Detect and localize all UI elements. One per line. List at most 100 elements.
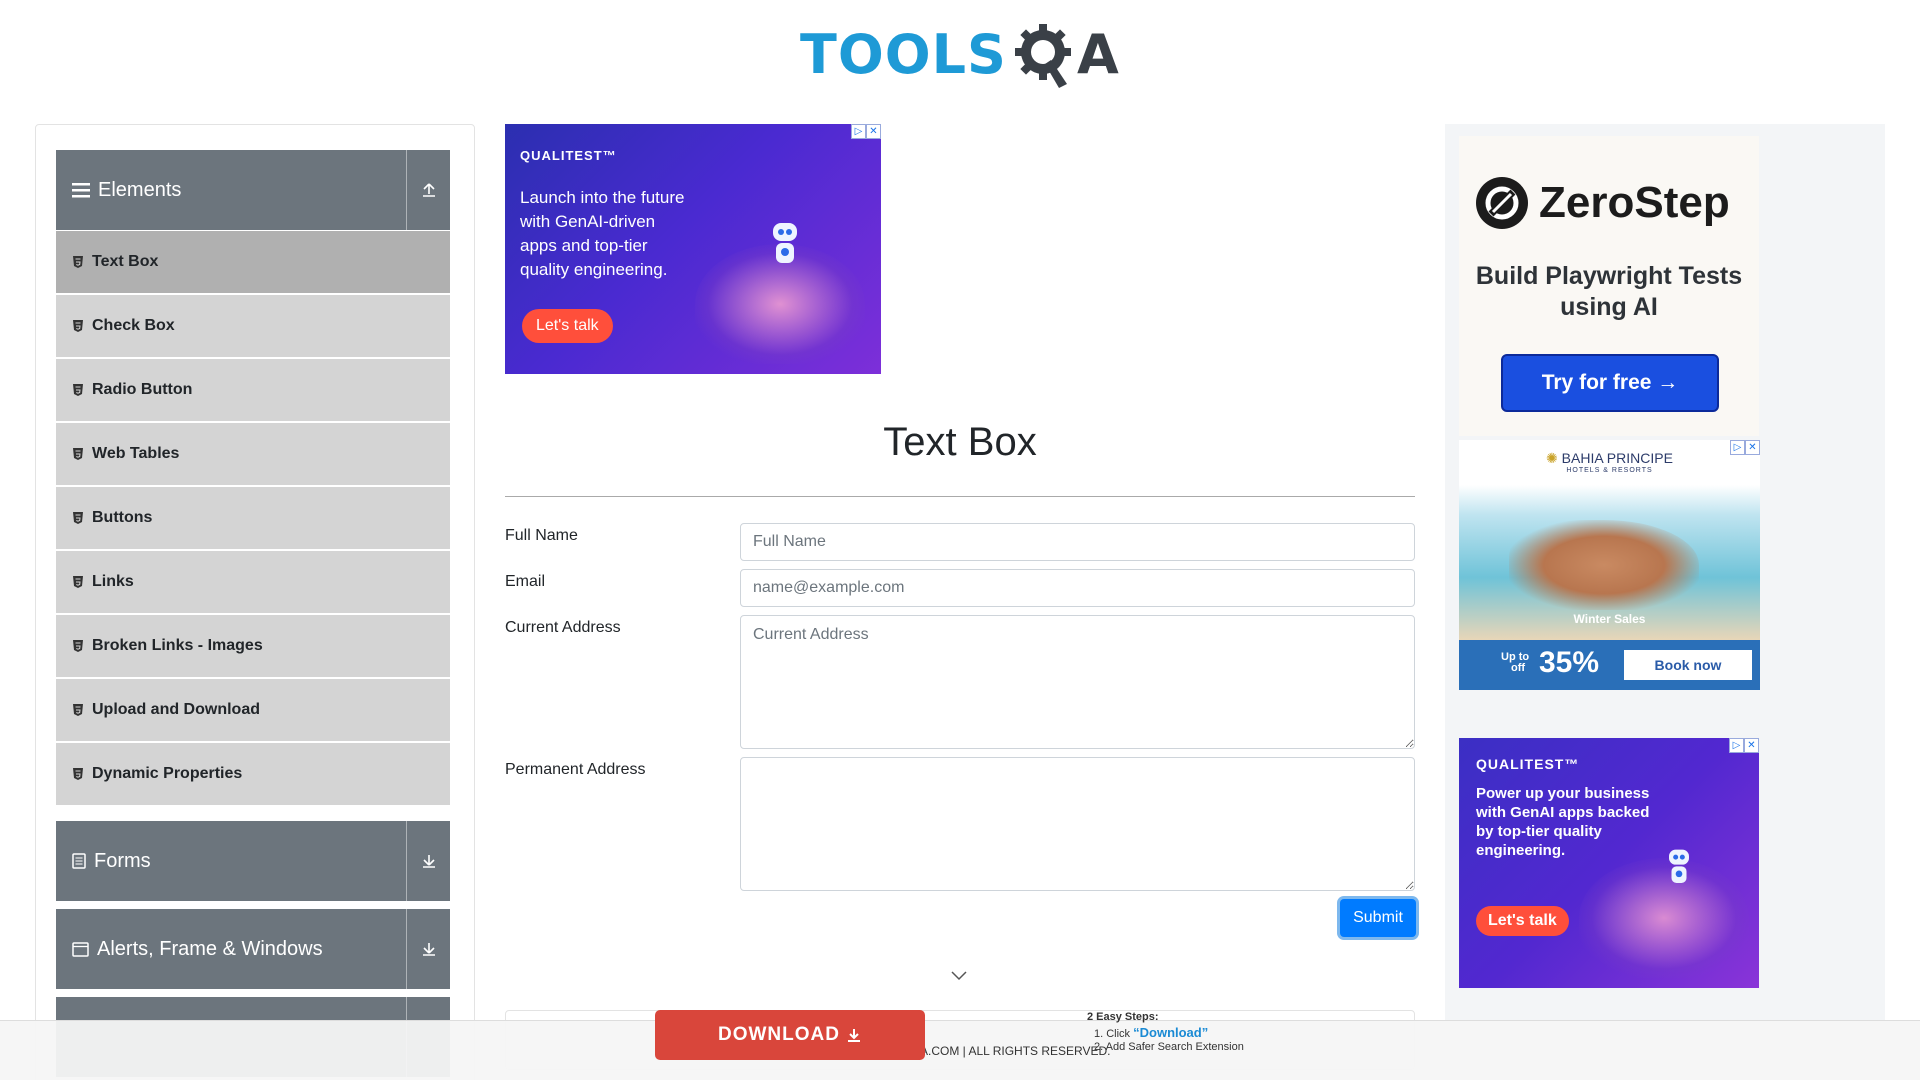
- ad-zerostep[interactable]: ZeroStep Build Playwright Tests using AI…: [1459, 136, 1759, 436]
- menu-item-label: Text Box: [92, 253, 159, 270]
- footer-copyright: A.COM | ALL RIGHTS RESERVED.: [920, 1044, 1111, 1058]
- menu-item-web-tables[interactable]: Web Tables: [56, 423, 450, 485]
- zerostep-cta-button[interactable]: Try for free →: [1501, 354, 1719, 412]
- download-steps: 2 Easy Steps: 1. Click “Download” 2. Add…: [1087, 1010, 1244, 1055]
- permanent-address-textarea[interactable]: [740, 757, 1415, 891]
- hamburger-icon: [72, 183, 90, 198]
- bahia-logo: ✺ BAHIA PRINCIPE HOTELS & RESORTS: [1459, 450, 1760, 474]
- download-arrow-icon: [422, 855, 435, 868]
- step-1-prefix: 1. Click: [1094, 1028, 1134, 1040]
- expand-alerts-button[interactable]: [406, 909, 450, 989]
- full-name-label: Full Name: [505, 527, 578, 544]
- html5-icon: [72, 255, 84, 269]
- ad-choices[interactable]: ▷ ✕: [1729, 738, 1759, 753]
- menu-item-label: Web Tables: [92, 445, 180, 462]
- steps-title: 2 Easy Steps:: [1087, 1011, 1159, 1023]
- download-button[interactable]: DOWNLOAD: [655, 1010, 925, 1060]
- zerostep-icon: [1476, 177, 1528, 229]
- step-2: 2. Add Safer Search Extension: [1094, 1041, 1244, 1053]
- ad-choices[interactable]: ▷ ✕: [1730, 440, 1760, 455]
- close-icon[interactable]: ✕: [1744, 738, 1759, 753]
- sun-icon: ✺: [1546, 450, 1562, 466]
- ad-bahia-principe[interactable]: ✺ BAHIA PRINCIPE HOTELS & RESORTS Winter…: [1459, 440, 1760, 690]
- html5-icon: [72, 639, 84, 653]
- adchoices-icon[interactable]: ▷: [1729, 738, 1744, 753]
- window-icon: [72, 941, 89, 957]
- menu-item-label: Upload and Download: [92, 701, 260, 718]
- menu-item-label: Check Box: [92, 317, 175, 334]
- group-header-elements[interactable]: Elements: [56, 150, 450, 230]
- ad-copy: Power up your business with GenAI apps b…: [1476, 785, 1650, 859]
- menu-item-buttons[interactable]: Buttons: [56, 487, 450, 549]
- bahia-upto: Up to off: [1501, 652, 1529, 674]
- menu-item-upload-download[interactable]: Upload and Download: [56, 679, 450, 741]
- menu-item-radio-button[interactable]: Radio Button: [56, 359, 450, 421]
- menu-item-label: Broken Links - Images: [92, 637, 263, 654]
- ad-cta-button[interactable]: Let's talk: [522, 309, 613, 343]
- download-icon: [847, 1029, 860, 1042]
- collapse-elements-button[interactable]: [406, 150, 450, 230]
- ad-brand: QUALITEST™: [1476, 756, 1580, 772]
- ad-copy: Launch into the future with GenAI-driven…: [520, 188, 685, 279]
- menu-item-check-box[interactable]: Check Box: [56, 295, 450, 357]
- group-label-elements: Elements: [98, 178, 182, 201]
- logo-text-a: A: [1076, 22, 1119, 86]
- adchoices-icon[interactable]: ▷: [1730, 440, 1745, 455]
- expand-forms-button[interactable]: [406, 821, 450, 901]
- toolsqa-logo[interactable]: TOOLS A: [800, 14, 1119, 94]
- menu-item-label: Buttons: [92, 509, 153, 526]
- menu-item-label: Links: [92, 573, 134, 590]
- ad-qualitest-top[interactable]: QUALITEST™ Launch into the future with G…: [505, 124, 881, 374]
- download-arrow-icon: [422, 943, 435, 956]
- upload-arrow-icon: [422, 183, 435, 197]
- menu-item-text-box[interactable]: Text Box: [56, 231, 450, 293]
- robot-icon: [773, 223, 797, 263]
- menu-item-broken-links[interactable]: Broken Links - Images: [56, 615, 450, 677]
- group-title-elements: Elements: [56, 179, 406, 202]
- chevron-down-icon[interactable]: [950, 970, 968, 982]
- download-label: DOWNLOAD: [718, 1024, 840, 1045]
- left-sidebar: Elements Text Box Check Box Radio Button…: [35, 124, 475, 1080]
- ad-beach-image: [1509, 520, 1699, 610]
- html5-icon: [72, 703, 84, 717]
- full-name-input[interactable]: [740, 523, 1415, 561]
- ad-cta-button[interactable]: Let's talk: [1476, 906, 1569, 936]
- page: TOOLS A Elements Text Box Check Box Radi…: [0, 0, 1920, 1080]
- logo-text-tools: TOOLS: [800, 22, 1007, 86]
- group-title-forms: Forms: [56, 850, 406, 873]
- submit-button[interactable]: Submit: [1340, 899, 1416, 937]
- menu-item-dynamic-properties[interactable]: Dynamic Properties: [56, 743, 450, 805]
- ad-choices[interactable]: ▷ ✕: [851, 124, 881, 139]
- html5-icon: [72, 575, 84, 589]
- html5-icon: [72, 511, 84, 525]
- adchoices-icon[interactable]: ▷: [851, 124, 866, 139]
- current-address-textarea[interactable]: [740, 615, 1415, 749]
- step-1-link[interactable]: “Download”: [1133, 1025, 1208, 1040]
- menu-item-links[interactable]: Links: [56, 551, 450, 613]
- ad-brand: QUALITEST™: [520, 148, 617, 163]
- group-header-forms[interactable]: Forms: [56, 821, 450, 901]
- email-label: Email: [505, 573, 546, 590]
- zerostep-subtitle: Build Playwright Tests using AI: [1475, 262, 1743, 321]
- book-now-button[interactable]: Book now: [1624, 650, 1752, 680]
- menu-item-label: Radio Button: [92, 381, 193, 398]
- bahia-tagline: Winter Sales: [1573, 612, 1646, 626]
- group-header-alerts[interactable]: Alerts, Frame & Windows: [56, 909, 450, 989]
- menu-item-label: Dynamic Properties: [92, 765, 243, 782]
- group-title-alerts: Alerts, Frame & Windows: [56, 938, 406, 961]
- document-icon: [72, 853, 86, 869]
- off-text: off: [1511, 662, 1526, 674]
- close-icon[interactable]: ✕: [1745, 440, 1760, 455]
- ad-qualitest-right[interactable]: QUALITEST™ Power up your business with G…: [1459, 738, 1759, 988]
- elements-menu-list: Text Box Check Box Radio Button Web Tabl…: [56, 231, 450, 807]
- permanent-address-label: Permanent Address: [505, 761, 646, 778]
- current-address-label: Current Address: [505, 619, 621, 636]
- close-icon[interactable]: ✕: [866, 124, 881, 139]
- bahia-brand-sub: HOTELS & RESORTS: [1566, 467, 1653, 474]
- robot-icon: [1669, 849, 1689, 883]
- group-label-alerts: Alerts, Frame & Windows: [97, 937, 323, 960]
- bahia-percent: 35%: [1539, 646, 1600, 679]
- email-input[interactable]: [740, 569, 1415, 607]
- html5-icon: [72, 447, 84, 461]
- gear-q-icon: [1014, 24, 1071, 88]
